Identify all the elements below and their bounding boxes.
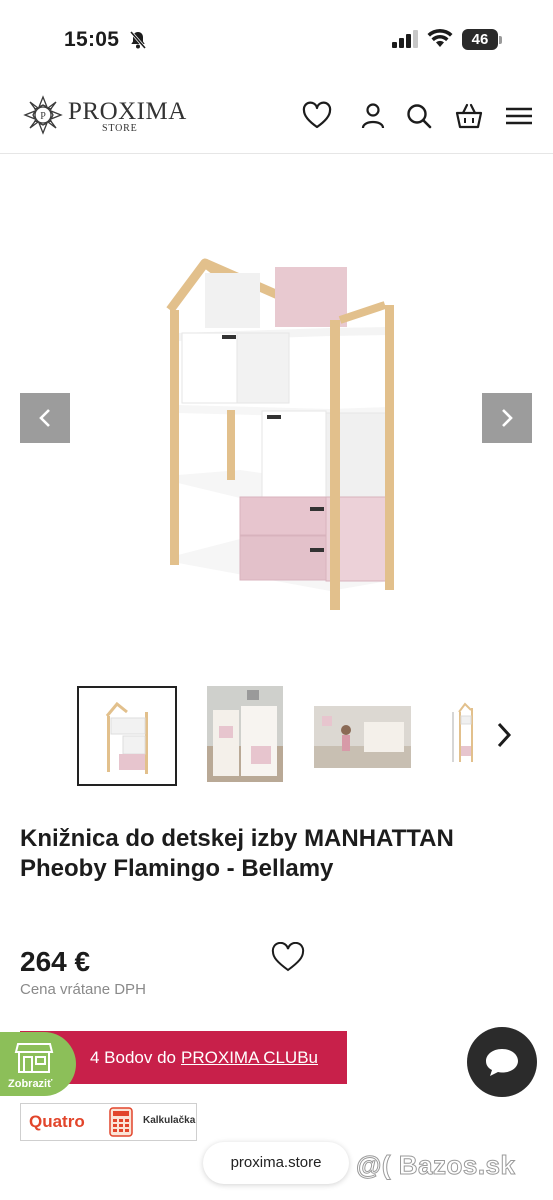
battery-tip [499,36,502,44]
wifi-icon [427,28,453,47]
gallery-prev-button[interactable] [20,393,70,443]
storefront-icon [14,1043,54,1073]
chat-bubble-icon [486,1049,518,1076]
show-store-badge[interactable]: Zobraziť [0,1032,76,1096]
thumbnail-strip [0,686,553,788]
bazos-watermark: @( Bazos.sk [355,1150,516,1181]
product-main-image[interactable] [0,155,553,675]
thumbnail-3[interactable] [314,686,411,786]
thumbnail-4[interactable] [445,686,485,786]
chevron-left-icon [39,409,50,427]
search-icon[interactable] [403,100,435,132]
thumbnail-image [105,701,148,774]
calculator-label: Kalkulačka [143,1115,196,1126]
quatro-calculator-button[interactable]: Quatro Kalkulačka [20,1103,197,1141]
product-title: Knižnica do detskej izby MANHATTAN Pheob… [20,825,454,882]
browser-url-bar[interactable]: proxima.store [203,1142,349,1184]
chat-button[interactable] [467,1027,537,1097]
bell-slash-icon [129,31,147,49]
status-time: 15:05 [64,28,120,51]
club-prefix: 4 Bodov do [90,1047,177,1067]
club-link[interactable]: PROXIMA CLUBu [181,1048,318,1068]
product-price: 264 € [20,946,91,977]
thumbnail-image [314,706,411,768]
svg-text:P: P [40,111,46,122]
battery-level: 46 [471,31,489,48]
status-bar: 15:05 46 [0,0,553,80]
product-gallery [0,155,553,675]
quatro-brand: Quatro [29,1112,85,1131]
battery-icon: 46 [462,29,498,50]
calculator-icon [109,1107,133,1137]
proxima-logo[interactable]: P PROXIMA STORE [22,92,186,138]
thumbnails-next-icon[interactable] [494,721,514,749]
thumbnail-image [452,702,473,762]
logo-name: PROXIMA [68,98,187,125]
show-label: Zobraziť [8,1078,53,1090]
menu-icon[interactable] [503,100,535,132]
wishlist-heart-icon[interactable] [270,942,306,974]
price-note: Cena vrátane DPH [20,981,146,998]
thumbnail-1[interactable] [77,686,177,786]
gallery-next-button[interactable] [482,393,532,443]
user-icon[interactable] [357,100,389,132]
basket-icon[interactable] [453,100,485,132]
thumbnail-2[interactable] [207,686,283,786]
mandala-logo-icon: P [23,95,63,135]
chevron-right-icon [502,409,513,427]
logo-sub: STORE [102,123,138,134]
heart-icon[interactable] [301,100,333,132]
signal-icon [392,30,418,48]
site-header: P PROXIMA STORE [0,80,553,154]
thumbnail-image [207,686,283,782]
